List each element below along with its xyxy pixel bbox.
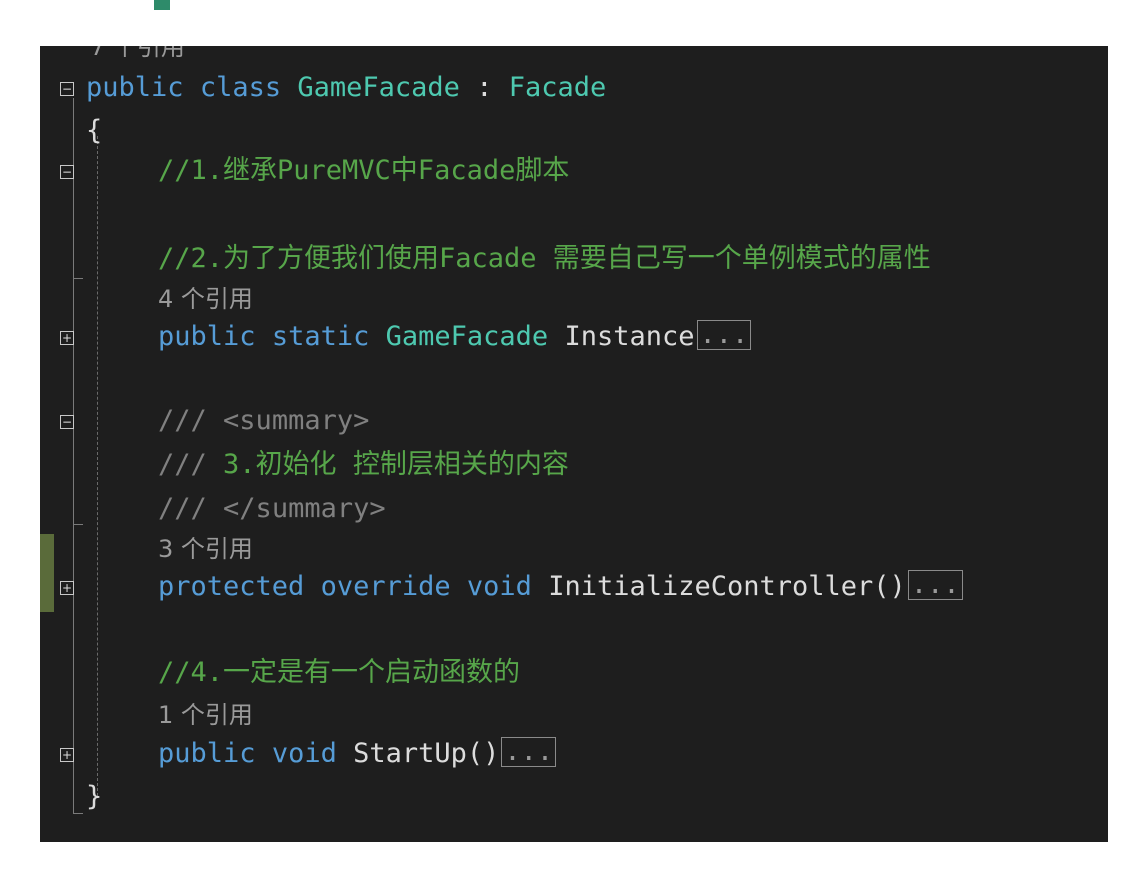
outline-tick (73, 813, 83, 814)
code-line-summary-close[interactable]: /// </summary> (158, 492, 1108, 526)
indent-guide (97, 136, 98, 796)
codelens-class-references[interactable]: 7 个引用 (90, 46, 1108, 64)
code-line-brace-close[interactable]: } (86, 780, 1108, 814)
code-line-comment-2[interactable]: //2.为了方便我们使用Facade 需要自己写一个单例模式的属性 (158, 242, 1108, 276)
fold-summary-minus-icon[interactable]: − (60, 415, 74, 429)
fold-comment-minus-icon[interactable]: − (60, 165, 74, 179)
top-accent-bar (154, 0, 170, 10)
expand-instance-plus-icon[interactable]: + (60, 331, 74, 345)
code-line-startup[interactable]: public void StartUp()... (158, 737, 1108, 771)
code-line-summary-body[interactable]: /// 3.初始化 控制层相关的内容 (158, 448, 1108, 482)
expand-startup-plus-icon[interactable]: + (60, 748, 74, 762)
expand-initialize-plus-icon[interactable]: + (60, 581, 74, 595)
code-line-class-declaration[interactable]: public class GameFacade : Facade (86, 71, 1108, 105)
collapsed-region-startup[interactable]: ... (501, 737, 557, 767)
codelens-initialize-references[interactable]: 3 个引用 (158, 532, 1108, 566)
outline-gutter-line (73, 98, 74, 814)
collapsed-region-initialize[interactable]: ... (907, 570, 963, 600)
code-line-comment-4[interactable]: //4.一定是有一个启动函数的 (158, 656, 1108, 690)
code-editor[interactable]: − − + − + + 7 个引用 public class GameFacad… (40, 46, 1108, 842)
outline-tick (73, 278, 83, 279)
code-line-instance-property[interactable]: public static GameFacade Instance... (158, 320, 1108, 354)
code-line-initialize-controller[interactable]: protected override void InitializeContro… (158, 570, 1108, 604)
code-line-brace-open[interactable]: { (86, 114, 1108, 148)
change-indicator-bar (40, 534, 54, 612)
fold-class-minus-icon[interactable]: − (60, 82, 74, 96)
codelens-instance-references[interactable]: 4 个引用 (158, 282, 1108, 316)
code-line-comment-1[interactable]: //1.继承PureMVC中Facade脚本 (158, 154, 1108, 188)
code-line-summary-open[interactable]: /// <summary> (158, 404, 1108, 438)
outline-tick (73, 524, 83, 525)
collapsed-region-instance[interactable]: ... (696, 320, 752, 350)
codelens-startup-references[interactable]: 1 个引用 (158, 698, 1108, 732)
